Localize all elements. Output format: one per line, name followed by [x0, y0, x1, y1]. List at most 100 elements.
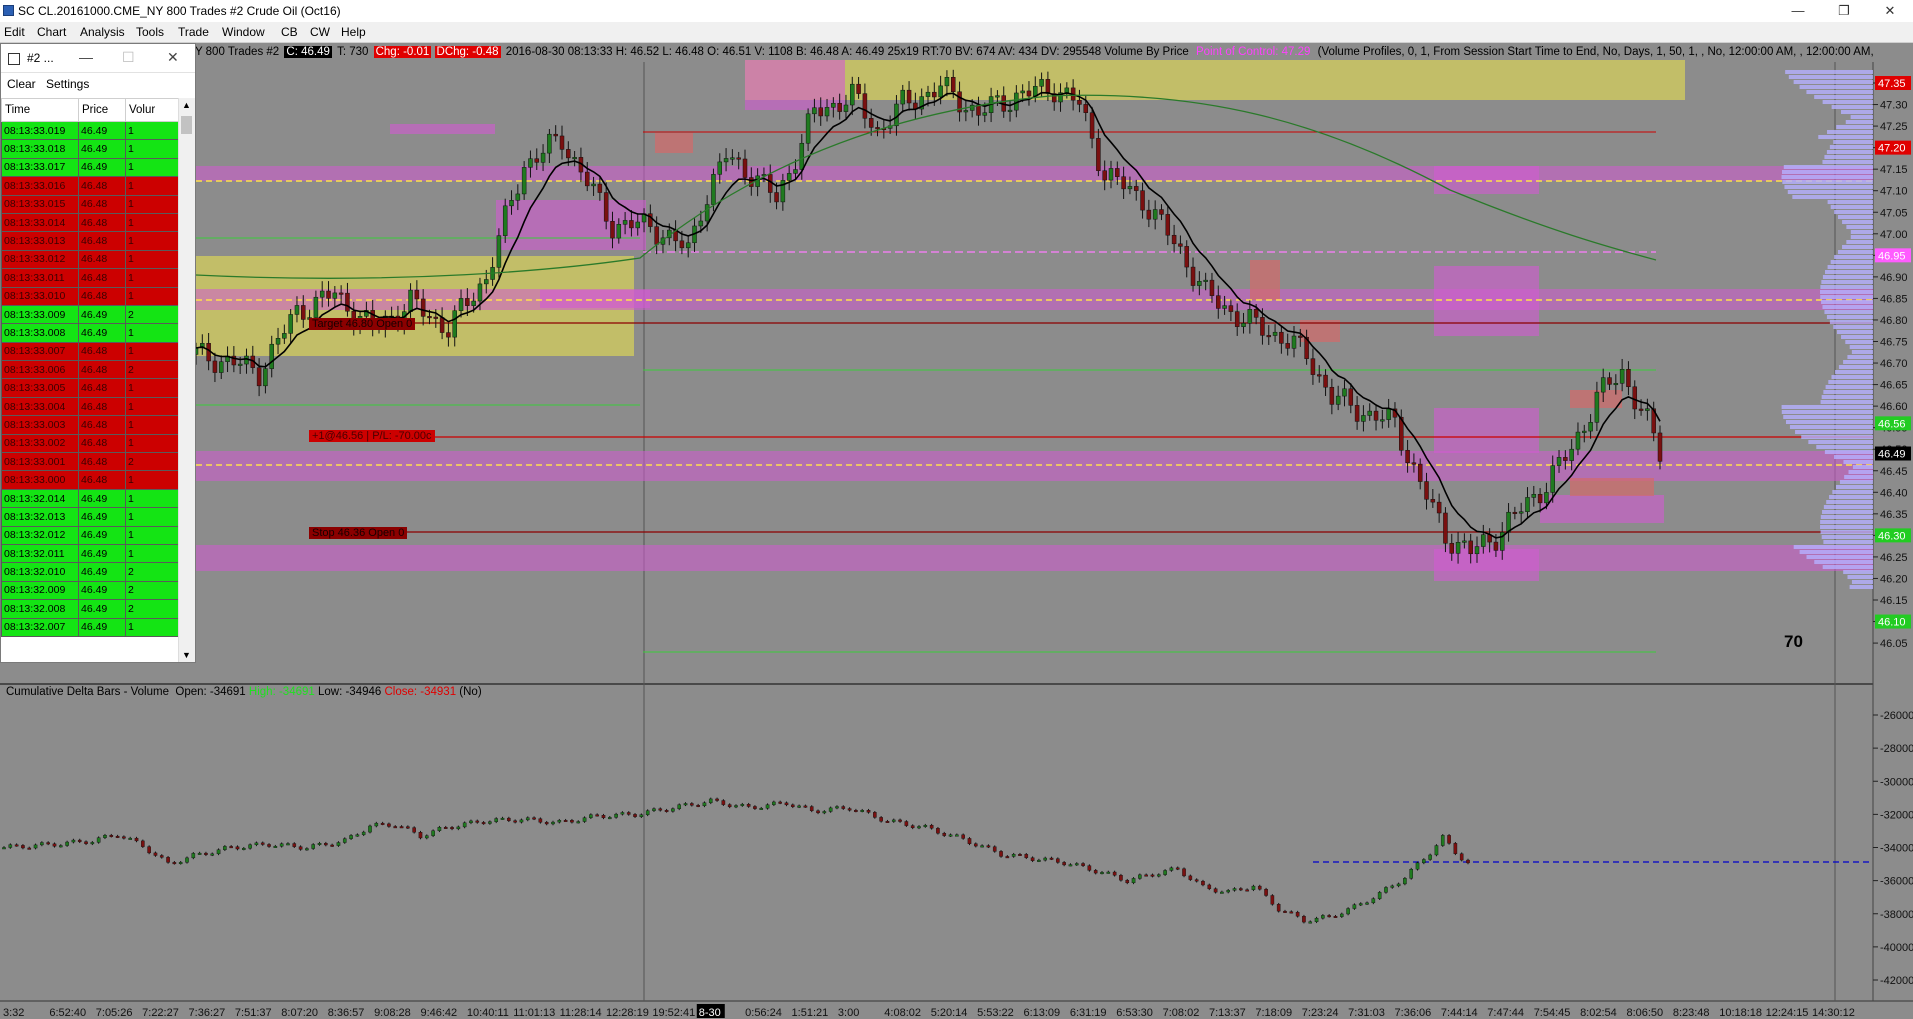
price-candle — [1234, 311, 1240, 327]
delta-candle — [835, 806, 839, 809]
price-candle — [950, 77, 956, 93]
target-order-label[interactable]: Target 46.80 Open 0 — [309, 318, 416, 330]
delta-candle — [311, 844, 316, 849]
table-row[interactable]: 08:13:33.007 46.48 1 — [1, 341, 179, 362]
table-row[interactable]: 08:13:33.008 46.49 1 — [1, 323, 179, 343]
menu-edit[interactable]: Edit — [4, 25, 25, 39]
table-row[interactable]: 08:13:32.014 46.49 1 — [1, 488, 179, 509]
col-time[interactable]: Time — [1, 98, 79, 122]
cell-time: 08:13:33.000 — [1, 470, 79, 490]
price-candle — [1493, 541, 1499, 551]
scroll-down-icon[interactable]: ▼ — [182, 650, 191, 660]
price-badge-label: 46.56 — [1878, 418, 1906, 430]
cell-time: 08:13:33.004 — [1, 396, 79, 417]
profile-block — [540, 290, 650, 308]
menu-analysis[interactable]: Analysis — [80, 25, 125, 39]
table-row[interactable]: 08:13:33.012 46.48 1 — [1, 249, 179, 270]
col-price[interactable]: Price — [78, 98, 126, 122]
volume-profile-bar — [1826, 500, 1873, 504]
minimize-button[interactable]: — — [1775, 0, 1821, 22]
chart-canvas[interactable]: 47.35 47.30 47.25 47.20 47.15 47.10 47.05 47.00… — [0, 0, 1913, 1019]
time-tick-label: 4:08:02 — [884, 1007, 921, 1019]
table-row[interactable]: 08:13:33.019 46.49 1 — [1, 120, 179, 141]
price-candle — [269, 343, 274, 369]
delta-candle — [134, 837, 139, 842]
menu-trade[interactable]: Trade — [178, 25, 209, 39]
price-candle — [294, 305, 300, 315]
volume-profile-bar — [1835, 485, 1873, 489]
position-label[interactable]: +1@46.56 | P/L: -70.00c — [309, 430, 435, 442]
table-row[interactable]: 08:13:33.009 46.49 2 — [1, 304, 179, 325]
table-row[interactable]: 08:13:32.011 46.49 1 — [1, 543, 179, 564]
lower-close: Close: -34931 — [384, 686, 457, 698]
price-candle — [263, 368, 268, 387]
volume-profile-bar — [1820, 285, 1873, 289]
menu-help[interactable]: Help — [341, 25, 366, 39]
menu-cb[interactable]: CB — [281, 25, 298, 39]
table-row[interactable]: 08:13:33.017 46.49 1 — [1, 157, 179, 178]
price-candle — [925, 91, 931, 97]
table-row[interactable]: 08:13:33.018 46.49 1 — [1, 139, 179, 159]
time-sales-maximize-button[interactable]: ☐ — [122, 49, 135, 66]
time-sales-minimize-button[interactable]: — — [79, 49, 93, 65]
time-sales-header[interactable]: #2 ... — ☐ ✕ — [1, 44, 195, 73]
restore-button[interactable]: ❐ — [1821, 0, 1867, 22]
delta-candle — [46, 842, 50, 845]
table-row[interactable]: 08:13:32.012 46.49 1 — [1, 525, 179, 545]
table-row[interactable]: 08:13:33.006 46.48 2 — [1, 360, 179, 380]
clear-button[interactable]: Clear — [7, 77, 36, 91]
price-candle — [1064, 87, 1070, 93]
time-tick-label: 8:23:48 — [1673, 1007, 1710, 1019]
table-row[interactable]: 08:13:32.013 46.49 1 — [1, 507, 179, 527]
table-row[interactable]: 08:13:33.016 46.48 1 — [1, 176, 179, 196]
scroll-up-icon[interactable]: ▲ — [182, 100, 191, 110]
delta-candle — [1245, 889, 1249, 892]
time-tick-label: 3:00 — [838, 1007, 859, 1019]
price-candle — [723, 158, 729, 163]
table-row[interactable]: 08:13:33.001 46.48 2 — [1, 452, 179, 472]
price-candle — [218, 361, 224, 373]
close-button[interactable]: ✕ — [1867, 0, 1913, 22]
table-row[interactable]: 08:13:32.007 46.49 1 — [1, 617, 179, 637]
stop-order-label[interactable]: Stop 46.36 Open 0 — [309, 527, 408, 539]
vertical-scrollbar[interactable]: ▲ ▼ — [178, 98, 195, 662]
table-row[interactable]: 08:13:33.005 46.48 1 — [1, 378, 179, 398]
menu-cw[interactable]: CW — [310, 25, 330, 39]
delta-candle — [462, 822, 467, 828]
cell-time: 08:13:33.011 — [1, 268, 79, 288]
table-row[interactable]: 08:13:33.000 46.48 1 — [1, 470, 179, 490]
table-row[interactable]: 08:13:33.004 46.48 1 — [1, 396, 179, 417]
price-candle — [856, 83, 861, 94]
col-volume[interactable]: Volur — [125, 98, 179, 122]
menu-chart[interactable]: Chart — [37, 25, 66, 39]
volume-profile-bar — [1793, 545, 1873, 549]
delta-candle — [1163, 870, 1167, 875]
table-row[interactable]: 08:13:33.002 46.48 1 — [1, 433, 179, 454]
menu-window[interactable]: Window — [222, 25, 265, 39]
volume-profile-bar — [1824, 310, 1873, 314]
table-row[interactable]: 08:13:33.010 46.48 1 — [1, 286, 179, 306]
scroll-thumb[interactable] — [181, 116, 192, 134]
table-row[interactable]: 08:13:33.003 46.48 1 — [1, 415, 179, 435]
table-row[interactable]: 08:13:33.014 46.48 1 — [1, 212, 179, 233]
time-sales-close-button[interactable]: ✕ — [167, 49, 179, 66]
table-row[interactable]: 08:13:33.011 46.48 1 — [1, 268, 179, 288]
settings-button[interactable]: Settings — [46, 77, 89, 91]
time-and-sales-window[interactable]: #2 ... — ☐ ✕ Clear Settings Time Price V… — [0, 43, 196, 663]
delta-candle — [96, 837, 101, 843]
price-candle — [446, 332, 451, 338]
delta-candle — [1207, 884, 1212, 889]
table-row[interactable]: 08:13:32.010 46.49 2 — [1, 562, 179, 582]
table-row[interactable]: 08:13:33.015 46.48 1 — [1, 194, 179, 214]
price-candle — [635, 221, 640, 229]
table-row[interactable]: 08:13:33.013 46.48 1 — [1, 231, 179, 251]
cell-price: 46.48 — [78, 212, 126, 233]
price-candle — [1127, 186, 1133, 190]
volume-profile-bar — [1822, 100, 1873, 104]
price-candle — [547, 133, 552, 154]
table-row[interactable]: 08:13:32.009 46.49 2 — [1, 580, 179, 601]
table-row[interactable]: 08:13:32.008 46.49 2 — [1, 599, 179, 619]
delta-candle — [1239, 888, 1243, 891]
price-candle — [1449, 543, 1455, 554]
menu-tools[interactable]: Tools — [136, 25, 164, 39]
